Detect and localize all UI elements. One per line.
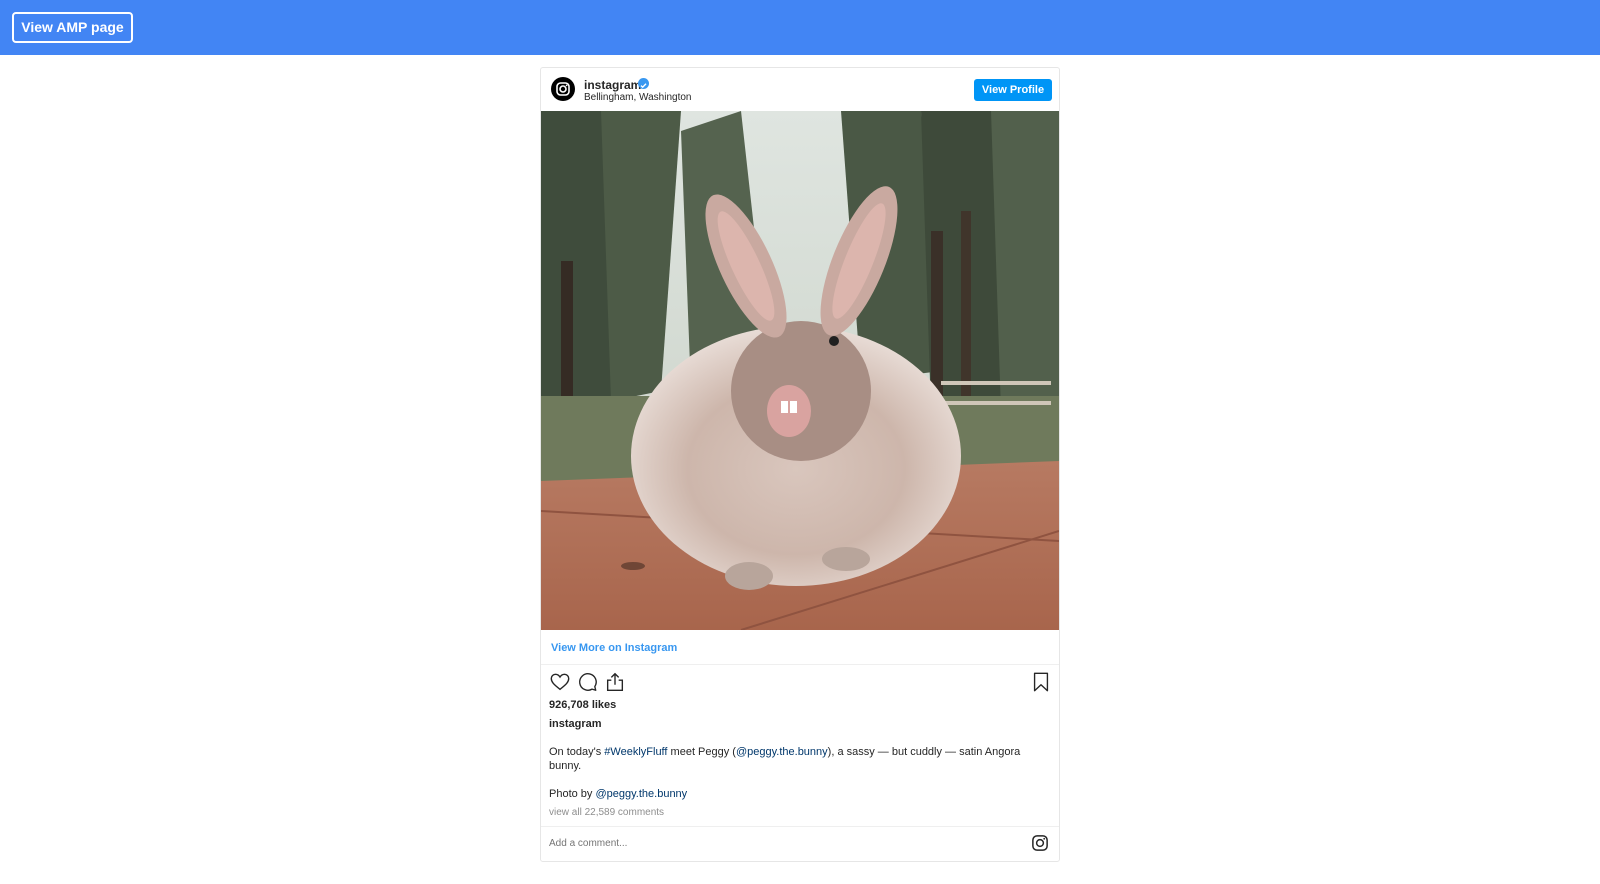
bookmark-icon[interactable] <box>1030 671 1052 693</box>
instagram-logo-icon <box>556 82 570 96</box>
hashtag-link[interactable]: #WeeklyFluff <box>604 746 667 758</box>
post-caption: On today's #WeeklyFluff meet Peggy (@peg… <box>549 745 1029 773</box>
instagram-icon[interactable] <box>1031 834 1049 852</box>
share-icon[interactable] <box>604 671 626 693</box>
post-photo[interactable] <box>541 111 1059 630</box>
view-amp-page-button[interactable]: View AMP page <box>12 12 133 43</box>
likes-count[interactable]: 926,708 likes <box>549 699 616 711</box>
caption-text: On today's <box>549 746 605 758</box>
view-profile-button[interactable]: View Profile <box>974 79 1052 101</box>
divider <box>541 826 1059 827</box>
divider <box>541 664 1059 665</box>
instagram-embed-card: instagram Bellingham, Washington View Pr… <box>540 67 1060 862</box>
top-bar: View AMP page <box>0 0 1600 55</box>
verified-badge-icon <box>638 78 649 89</box>
photo-credit: Photo by @peggy.the.bunny <box>549 788 687 800</box>
avatar[interactable] <box>551 77 575 101</box>
view-all-comments-link[interactable]: view all 22,589 comments <box>549 807 664 818</box>
caption-username[interactable]: instagram <box>549 718 602 730</box>
post-header: instagram Bellingham, Washington View Pr… <box>541 68 1059 111</box>
photo-credit-prefix: Photo by <box>549 788 596 800</box>
view-more-on-instagram-link[interactable]: View More on Instagram <box>551 642 677 654</box>
comment-icon[interactable] <box>576 671 598 693</box>
caption-text: meet Peggy ( <box>667 746 736 758</box>
heart-icon[interactable] <box>549 671 571 693</box>
post-location[interactable]: Bellingham, Washington <box>584 92 691 103</box>
mention-link[interactable]: @peggy.the.bunny <box>736 746 828 758</box>
photo-credit-mention-link[interactable]: @peggy.the.bunny <box>595 788 687 800</box>
add-comment-input[interactable] <box>549 838 849 849</box>
post-username[interactable]: instagram <box>584 78 641 92</box>
